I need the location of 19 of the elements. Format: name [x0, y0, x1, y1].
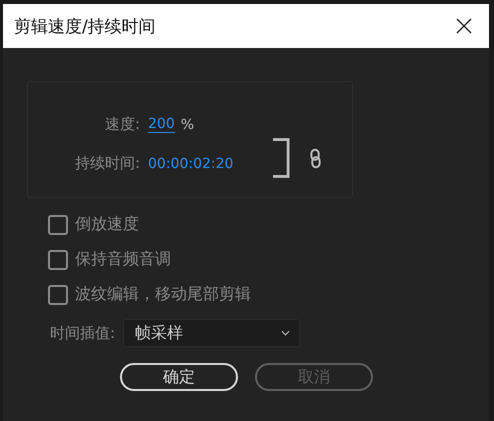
checkbox-label: 倒放速度	[75, 214, 139, 235]
link-icon[interactable]	[310, 148, 322, 168]
percent-unit: %	[180, 116, 194, 132]
ok-button[interactable]: 确定	[120, 363, 238, 391]
speed-value[interactable]: 200	[148, 116, 175, 133]
window-title: 剪辑速度/持续时间	[14, 16, 156, 38]
checkbox-label: 波纹编辑，移动尾部剪辑	[75, 284, 251, 305]
speed-label: 速度:	[104, 115, 140, 134]
interpolation-dropdown[interactable]: 帧采样	[123, 319, 300, 347]
bracket-icon	[273, 137, 290, 179]
interpolation-label: 时间插值:	[50, 324, 116, 342]
checkbox[interactable]	[48, 284, 68, 304]
caret-icon	[281, 330, 290, 336]
duration-value[interactable]: 00:00:02:20	[148, 156, 234, 172]
checkbox[interactable]	[48, 250, 68, 270]
duration-label: 持续时间:	[74, 154, 140, 173]
checkbox[interactable]	[48, 214, 68, 234]
checkbox-label: 保持音频音调	[75, 249, 171, 270]
close-icon[interactable]	[456, 18, 472, 34]
